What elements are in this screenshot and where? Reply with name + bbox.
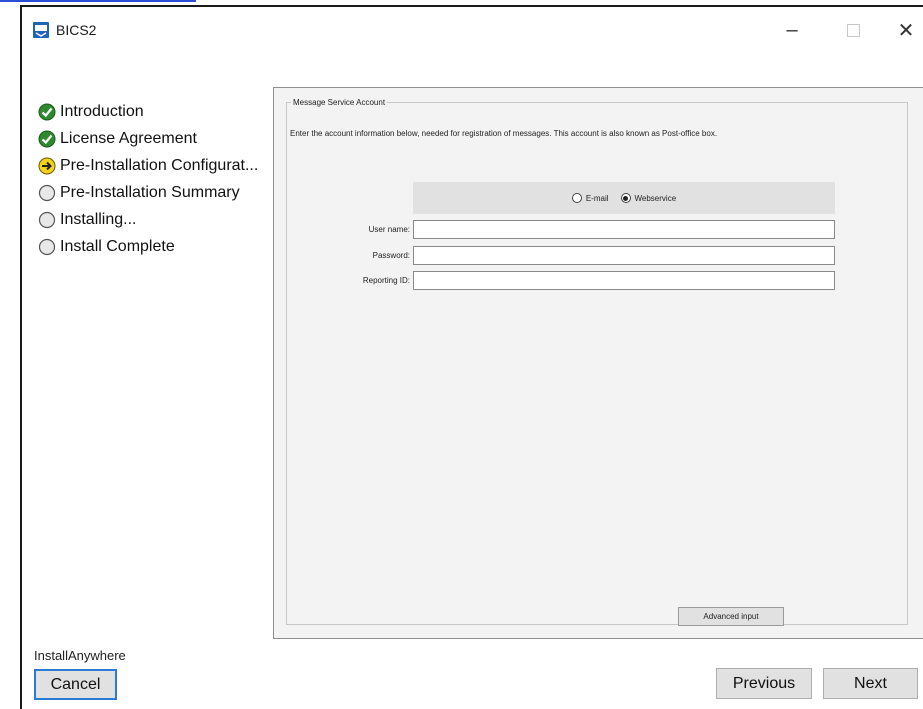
- advanced-input-button[interactable]: Advanced input: [678, 607, 784, 626]
- radio-unselected-icon[interactable]: [571, 193, 582, 203]
- step-item-installing: Installing...: [38, 206, 258, 233]
- step-label: Install Complete: [60, 237, 175, 255]
- empty-circle-icon: [38, 184, 56, 201]
- empty-circle-icon: [38, 211, 56, 228]
- form-row-username: User name:: [287, 220, 847, 239]
- content-panel: Message Service Account Enter the accoun…: [273, 87, 923, 639]
- step-item-introduction: Introduction: [38, 98, 258, 125]
- step-label: Installing...: [60, 210, 137, 228]
- close-button[interactable]: ✕: [888, 15, 923, 45]
- reporting-id-label: Reporting ID:: [362, 276, 410, 285]
- form-row-password: Password:: [287, 246, 847, 265]
- step-label: Introduction: [60, 102, 144, 120]
- radio-option-webservice[interactable]: Webservice: [620, 193, 677, 203]
- reporting-id-field[interactable]: [413, 271, 835, 290]
- installer-brand: InstallAnywhere: [34, 648, 126, 663]
- app-icon: [33, 22, 49, 38]
- step-item-pre-summary: Pre-Installation Summary: [38, 179, 258, 206]
- radio-label: E-mail: [585, 193, 609, 203]
- username-label: User name:: [368, 225, 410, 234]
- radio-selected-icon[interactable]: [620, 193, 631, 203]
- radio-option-email[interactable]: E-mail: [571, 193, 609, 203]
- empty-circle-icon: [38, 238, 56, 255]
- step-item-pre-config: Pre-Installation Configurat...: [38, 152, 258, 179]
- previous-button[interactable]: Previous: [716, 668, 812, 699]
- group-legend: Message Service Account: [291, 97, 388, 108]
- maximize-icon: [846, 23, 860, 37]
- title-bar[interactable]: BICS2 – ✕: [22, 7, 923, 49]
- intro-text: Enter the account information below, nee…: [290, 129, 718, 138]
- maximize-button[interactable]: [835, 15, 871, 45]
- minimize-button[interactable]: –: [774, 15, 810, 45]
- step-label: License Agreement: [60, 129, 197, 147]
- minimize-icon: –: [786, 18, 798, 41]
- arrow-icon: [38, 157, 56, 174]
- window-title: BICS2: [56, 22, 97, 38]
- step-label: Pre-Installation Summary: [60, 183, 240, 201]
- installer-window: BICS2 – ✕ Introduction License Agreement: [20, 5, 923, 709]
- form-row-reporting-id: Reporting ID:: [287, 271, 847, 290]
- radio-label: Webservice: [634, 193, 677, 203]
- message-service-account-group: Message Service Account Enter the accoun…: [286, 97, 908, 626]
- next-button[interactable]: Next: [823, 668, 918, 699]
- password-field[interactable]: [413, 246, 835, 265]
- step-list: Introduction License Agreement Pre-Insta…: [38, 98, 258, 260]
- check-icon: [38, 130, 56, 147]
- cancel-button[interactable]: Cancel: [34, 669, 117, 700]
- username-field[interactable]: [413, 220, 835, 239]
- step-item-complete: Install Complete: [38, 233, 258, 260]
- link-underline-fragment[interactable]: [0, 0, 196, 2]
- step-label: Pre-Installation Configurat...: [60, 156, 259, 174]
- step-item-license: License Agreement: [38, 125, 258, 152]
- check-icon: [38, 103, 56, 120]
- delivery-method-radio-group: E-mail Webservice: [413, 182, 835, 214]
- close-icon: ✕: [897, 19, 915, 42]
- password-label: Password:: [372, 251, 410, 260]
